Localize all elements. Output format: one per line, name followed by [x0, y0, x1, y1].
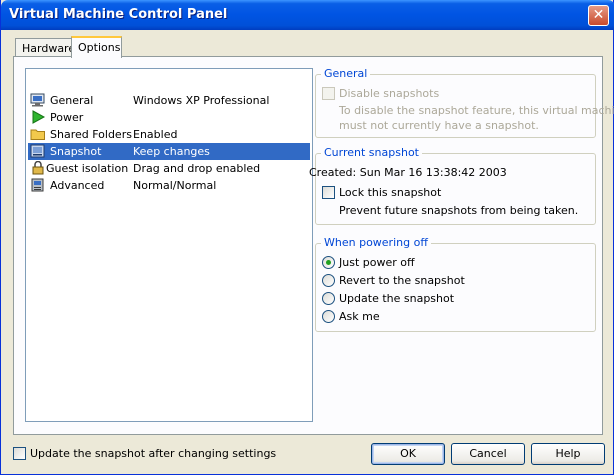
current-snapshot-legend: Current snapshot	[321, 146, 422, 159]
options-list[interactable]: General Windows XP Professional Power Sh…	[25, 68, 313, 422]
dialog-window: Virtual Machine Control Panel ✕ Hardware…	[0, 0, 614, 475]
general-group: General Disable snapshots To disable the…	[315, 67, 614, 138]
radio-selected-dot	[326, 260, 331, 265]
list-item-value: Drag and drop enabled	[133, 162, 261, 175]
tab-hardware[interactable]: Hardware	[15, 38, 75, 58]
lock-snapshot-checkbox[interactable]	[322, 186, 335, 199]
update-snapshot-label[interactable]: Update the snapshot	[339, 292, 454, 305]
folder-icon	[30, 127, 46, 141]
list-item-name: Guest isolation	[46, 162, 129, 175]
snapshot-created: Created: Sun Mar 16 13:38:42 2003	[309, 166, 507, 179]
powering-off-group: When powering off Just power off Revert …	[315, 236, 596, 332]
lock-snapshot-label[interactable]: Lock this snapshot	[339, 186, 441, 199]
general-legend: General	[321, 67, 371, 80]
play-icon	[30, 110, 46, 124]
disable-note-line1: To disable the snapshot feature, this vi…	[339, 104, 614, 117]
list-item-guest-isolation[interactable]: Guest isolation Drag and drop enabled	[28, 160, 310, 177]
list-item-name: General	[50, 94, 94, 107]
list-item-advanced[interactable]: Advanced Normal/Normal	[28, 177, 310, 194]
list-item-value: Normal/Normal	[133, 179, 217, 192]
list-item-general[interactable]: General Windows XP Professional	[28, 92, 310, 109]
disable-note-line2: must not currently have a snapshot.	[339, 119, 539, 132]
disable-snapshots-checkbox	[322, 87, 335, 100]
list-item-name: Shared Folders	[50, 128, 132, 141]
list-item-power[interactable]: Power	[28, 109, 310, 126]
close-button[interactable]: ✕	[588, 5, 609, 26]
list-item-value: Windows XP Professional	[133, 94, 270, 107]
update-after-change-checkbox[interactable]	[13, 447, 26, 460]
ask-me-label[interactable]: Ask me	[339, 310, 380, 323]
disable-snapshots-label: Disable snapshots	[339, 87, 440, 100]
options-panel: General Windows XP Professional Power Sh…	[13, 56, 614, 435]
revert-snapshot-radio[interactable]	[322, 274, 335, 287]
list-item-name: Advanced	[50, 179, 105, 192]
monitor-icon	[30, 93, 46, 107]
update-after-change-label[interactable]: Update the snapshot after changing setti…	[30, 447, 276, 460]
list-item-name: Snapshot	[50, 145, 102, 158]
ask-me-radio[interactable]	[322, 310, 335, 323]
just-power-off-label[interactable]: Just power off	[339, 256, 415, 269]
lock-icon	[30, 160, 46, 175]
list-item-value: Keep changes	[133, 145, 210, 158]
list-item-shared-folders[interactable]: Shared Folders Enabled	[28, 126, 310, 143]
powering-off-legend: When powering off	[321, 236, 431, 249]
current-snapshot-group: Current snapshot Created: Sun Mar 16 13:…	[309, 146, 596, 225]
snapshot-icon	[30, 144, 46, 158]
list-item-name: Power	[50, 111, 84, 124]
window-title: Virtual Machine Control Panel	[9, 7, 228, 22]
just-power-off-radio[interactable]	[322, 256, 335, 269]
help-button[interactable]: Help	[531, 443, 605, 465]
cancel-button[interactable]: Cancel	[451, 443, 525, 465]
tab-options[interactable]: Options	[71, 36, 122, 58]
revert-snapshot-label[interactable]: Revert to the snapshot	[339, 274, 465, 287]
list-item-snapshot[interactable]: Snapshot Keep changes	[28, 143, 310, 160]
list-item-value: Enabled	[133, 128, 178, 141]
update-snapshot-radio[interactable]	[322, 292, 335, 305]
title-bar[interactable]: Virtual Machine Control Panel ✕	[1, 0, 614, 30]
computer-icon	[30, 178, 46, 192]
ok-button[interactable]: OK	[371, 443, 445, 465]
lock-snapshot-note: Prevent future snapshots from being take…	[339, 204, 579, 217]
